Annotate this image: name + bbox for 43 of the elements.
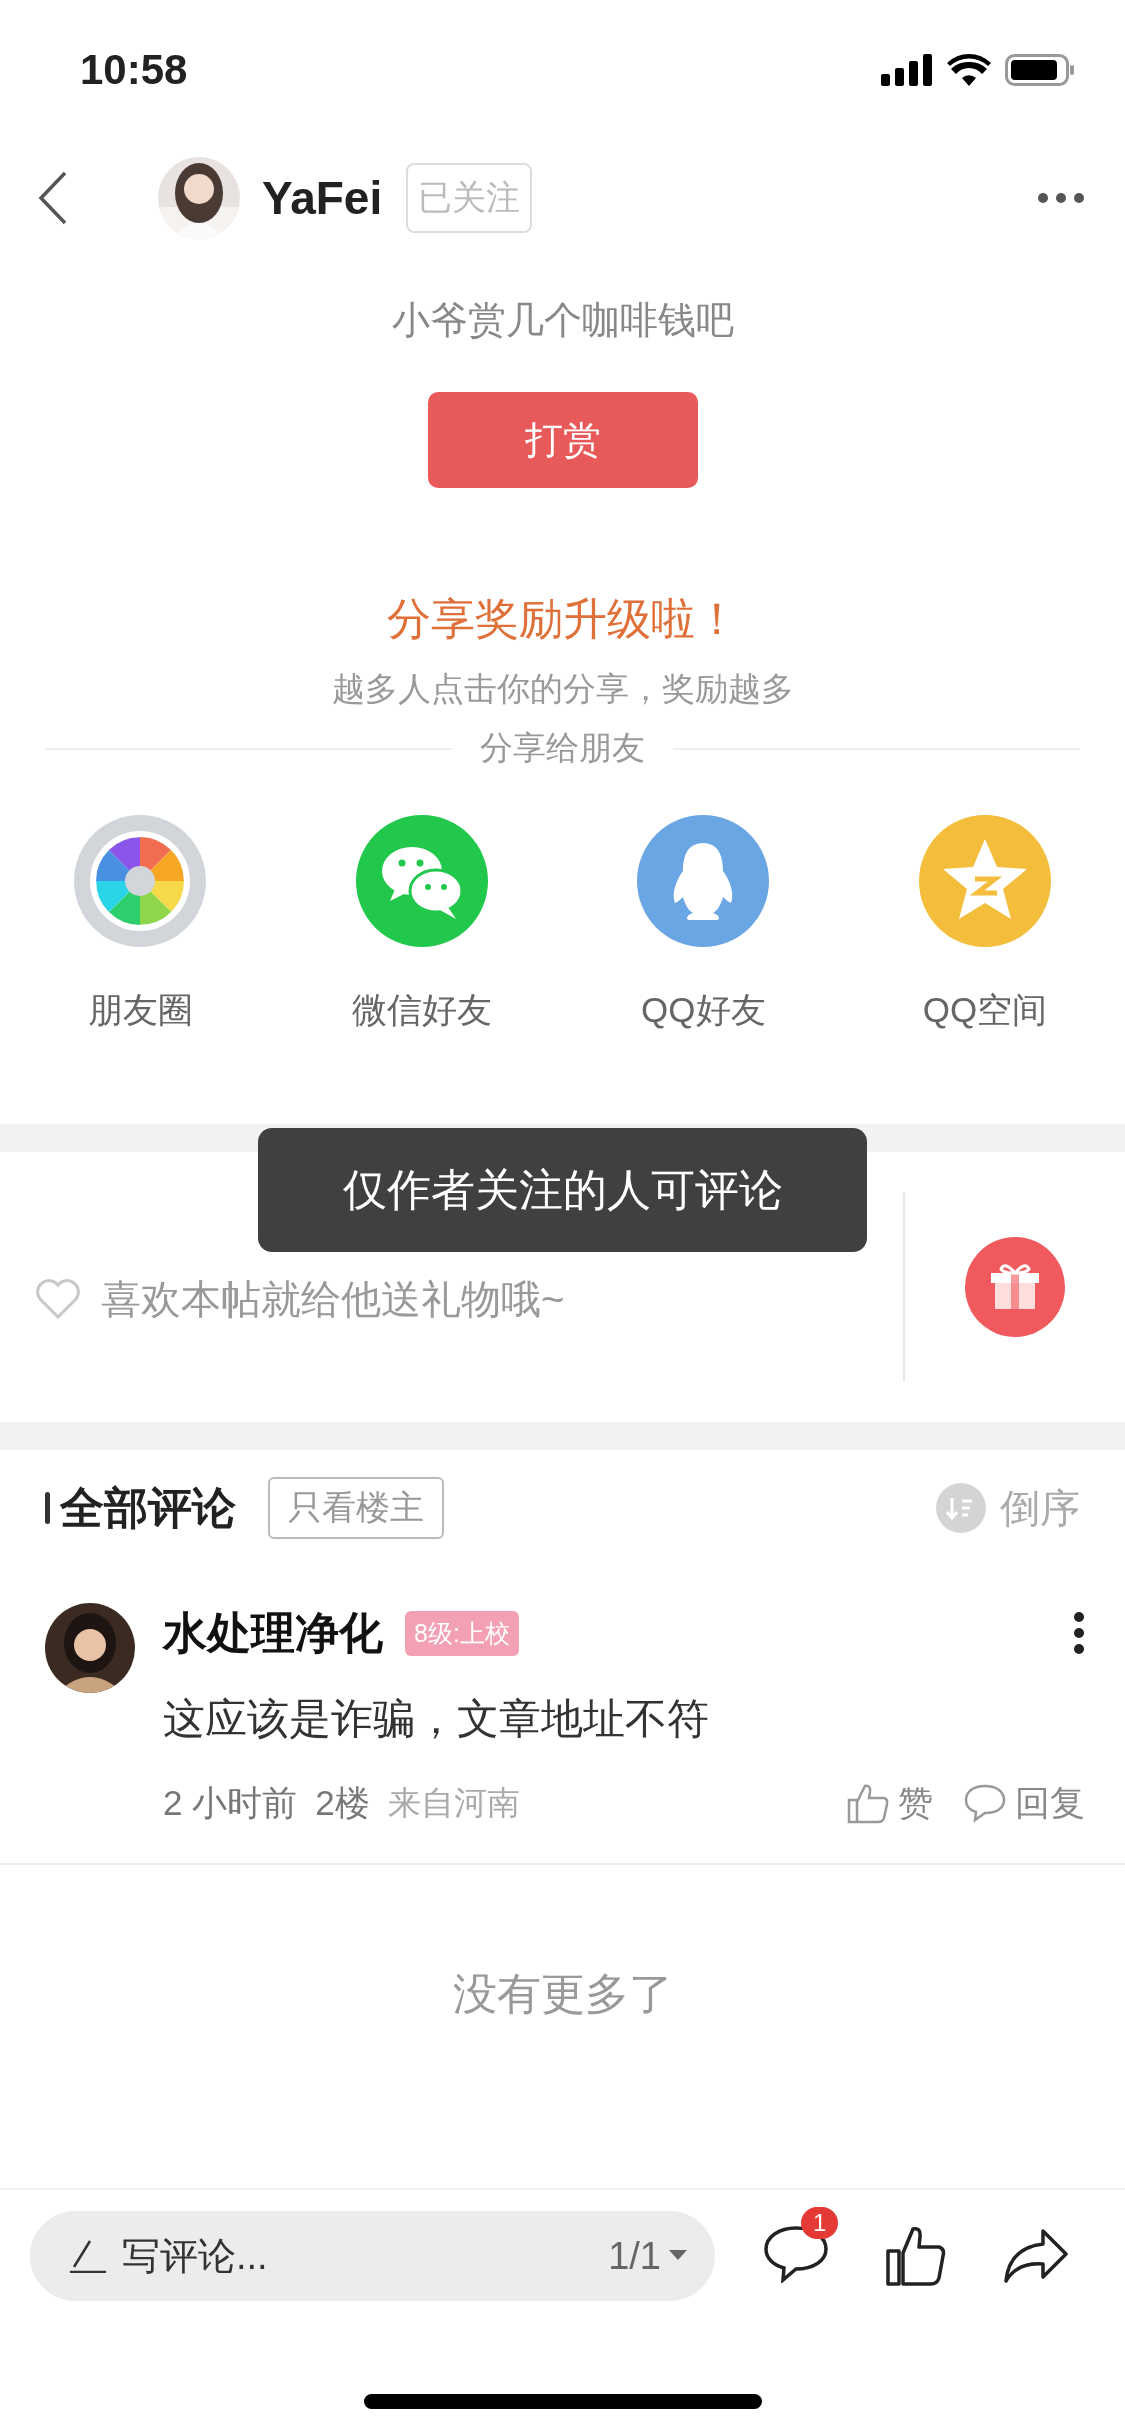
more-icon[interactable] [1037,191,1085,204]
caret-icon [669,2250,687,2262]
back-icon[interactable] [38,170,68,225]
battery-icon [1005,54,1075,86]
thumbs-up-icon[interactable] [885,2225,947,2287]
share-target-label[interactable]: 微信好友 [351,987,492,1034]
like-button[interactable]: 赞 [846,1779,933,1827]
comment-floor: 2楼 [315,1781,370,1824]
sort-icon [936,1483,986,1533]
comments-title: 全部评论 [60,1481,236,1534]
share-target-label[interactable]: QQ好友 [641,987,766,1034]
aperture-icon[interactable] [74,815,206,947]
penguin-icon[interactable] [637,815,770,947]
reward-button[interactable]: 打赏 [427,392,698,488]
toast-message: 仅作者关注的人可评论 [258,1128,867,1252]
signal-icon [881,54,933,86]
comment-text: 这应该是诈骗，文章地址不符 [163,1694,710,1744]
comment-location: 来自河南 [387,1782,520,1823]
share-icon[interactable] [1003,2228,1069,2284]
share-heading: 分享给朋友 [480,728,645,768]
status-time: 10:58 [80,46,188,94]
reward-prompt: 小爷赏几个咖啡钱吧 [390,298,735,343]
wifi-icon [947,54,991,86]
author-name[interactable]: YaFei [262,170,383,225]
thumbs-up-icon [846,1782,890,1824]
pen-icon [70,2239,106,2273]
more-icon[interactable] [1073,1612,1085,1654]
share-target-label[interactable]: 朋友圈 [87,987,193,1034]
commenter-name[interactable]: 水处理净化 [163,1603,383,1663]
reply-button[interactable]: 回复 [963,1779,1085,1827]
title-marker [45,1492,50,1524]
speech-bubble-icon [963,1783,1007,1823]
comment-time: 2 小时前 [163,1781,298,1824]
gift-prompt: 喜欢本帖就给他送礼物哦~ [101,1275,565,1323]
comment-input-field[interactable]: 写评论... 1/1 [30,2211,715,2301]
share-subtitle: 越多人点击你的分享，奖励越多 [330,669,795,709]
page-selector[interactable]: 1/1 [608,2234,687,2278]
comment-count-badge: 1 [801,2207,839,2239]
level-badge: 8级:上校 [405,1610,519,1656]
end-of-list: 没有更多了 [0,1965,1125,2024]
share-target-label[interactable]: QQ空间 [922,987,1048,1034]
gift-icon[interactable] [965,1237,1065,1337]
share-title: 分享奖励升级啦！ [385,593,740,645]
